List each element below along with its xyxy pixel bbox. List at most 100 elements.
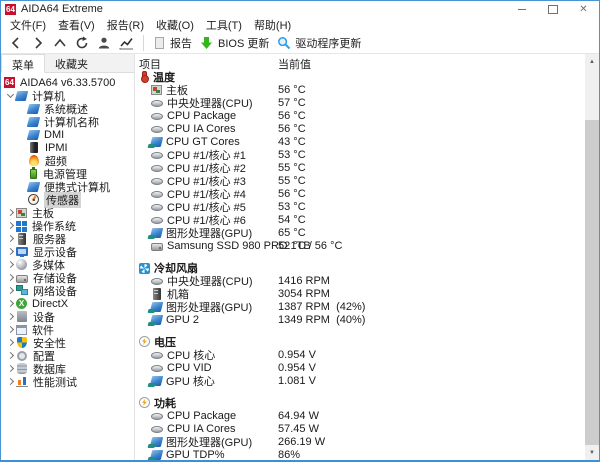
chevron-right-icon[interactable] [4,353,16,358]
sensor-label: 图形处理器(GPU) [166,225,252,241]
sensor-row[interactable]: CPU 核心 0.954 V [139,348,581,361]
sensor-value: 52 °C / 56 °C [278,240,342,252]
menu-favorites[interactable]: 收藏(O) [150,17,200,33]
chevron-right-icon[interactable] [4,288,16,293]
menu-help[interactable]: 帮助(H) [248,17,297,33]
user-button[interactable] [93,32,115,53]
security-shield-icon [17,337,27,348]
chevron-right-icon[interactable] [4,340,16,345]
forward-button[interactable] [27,32,49,53]
scroll-down-button[interactable]: ▼ [585,445,599,460]
menu-tools[interactable]: 工具(T) [200,17,248,33]
chevron-right-icon[interactable] [4,262,16,267]
voltage-bolt-icon [139,336,150,347]
flame-icon [29,155,39,166]
sensor-value: 54 °C [278,214,306,226]
chevron-down-icon[interactable] [4,94,16,97]
tree-item-security[interactable]: 安全性 [1,336,134,349]
section-temperature: 温度 主板 56 °C 中央处理器(CPU) 57 °C CPU Package… [139,70,581,252]
tree-item-benchmark[interactable]: 性能测试 [1,375,134,388]
tree-root[interactable]: 64 AIDA64 v6.33.5700 [1,76,134,89]
sensor-row[interactable]: 图形处理器(GPU) 65 °C [139,226,581,239]
maximize-button[interactable] [537,1,568,17]
chevron-right-icon[interactable] [4,327,16,332]
refresh-button[interactable] [71,32,93,53]
chevron-right-icon[interactable] [4,314,16,319]
sensor-value: 1.081 V [278,375,316,387]
cpu-icon [151,165,163,172]
toolbar: 报告 BIOS 更新 驱动程序更新 [1,32,599,54]
close-icon: ✕ [579,4,587,15]
tab-favorites[interactable]: 收藏夹 [45,54,98,72]
tree-item-display[interactable]: 显示设备 [1,245,134,258]
minimize-button[interactable] [506,1,537,17]
chevron-right-icon[interactable] [4,223,16,228]
tab-menu[interactable]: 菜单 [1,54,45,73]
chevron-right-icon[interactable] [4,236,16,241]
chevron-right-icon[interactable] [4,379,16,384]
sensor-row[interactable]: Samsung SSD 980 PRO 1TB 52 °C / 56 °C [139,239,581,252]
sensor-value: 65 °C [278,227,306,239]
sensor-row[interactable]: GPU 2 1349 RPM (40%) [139,313,581,326]
graph-button[interactable] [115,32,138,53]
chevron-right-icon[interactable] [4,210,16,215]
sensor-row[interactable]: CPU IA Cores 56 °C [139,122,581,135]
sensor-label: CPU Package [167,410,236,422]
sensor-row[interactable]: 图形处理器(GPU) 1387 RPM (42%) [139,300,581,313]
report-button[interactable]: 报告 [149,32,196,53]
chevron-right-icon[interactable] [4,366,16,371]
tree-item-computer-name[interactable]: 计算机名称 [1,115,134,128]
back-button[interactable] [5,32,27,53]
app-window: 64 AIDA64 Extreme ✕ 文件(F) 查看(V) 报告(R) 收藏… [0,0,600,462]
chevron-right-icon[interactable] [4,275,16,280]
cpu-icon [151,278,163,285]
toolbar-separator [143,35,144,51]
vertical-scrollbar[interactable]: ▲ ▼ [585,54,599,460]
motherboard-icon [151,85,162,95]
sensor-row[interactable]: 图形处理器(GPU) 266.19 W [139,435,581,448]
sensor-row[interactable]: 中央处理器(CPU) 57 °C [139,96,581,109]
tree-item-dmi[interactable]: DMI [1,128,134,141]
chevron-right-icon[interactable] [4,301,16,306]
network-icon [16,285,28,296]
scrollbar-thumb[interactable] [585,120,599,447]
tree-item-sensor[interactable]: 传感器 [1,193,134,206]
sensor-label: GPU TDP% [166,449,224,461]
tree-item-os[interactable]: 操作系统 [1,219,134,232]
app-logo-icon: 64 [5,4,16,15]
tree-item-config[interactable]: 配置 [1,349,134,362]
sensor-row[interactable]: GPU TDP% 86% [139,448,581,460]
scroll-up-button[interactable]: ▲ [585,54,599,69]
driver-update-button[interactable]: 驱动程序更新 [273,32,365,53]
sensor-row[interactable]: CPU Package 56 °C [139,109,581,122]
gpu-icon [150,302,163,312]
menu-view[interactable]: 查看(V) [52,17,101,33]
up-button[interactable] [49,32,71,53]
tree-item-directx[interactable]: DirectX [1,297,134,310]
scroll-down-icon: ▼ [589,450,595,456]
gpu-icon [150,228,163,238]
menu-report[interactable]: 报告(R) [101,17,150,33]
close-button[interactable]: ✕ [568,1,599,17]
tree-item-network[interactable]: 网络设备 [1,284,134,297]
sensor-row[interactable]: GPU 核心 1.081 V [139,374,581,387]
bios-update-label: BIOS 更新 [218,35,269,51]
tree-item-software[interactable]: 软件 [1,323,134,336]
computer-icon [15,91,28,101]
tree-label: 性能测试 [33,374,77,390]
menu-file[interactable]: 文件(F) [4,17,52,33]
tree-item-ipmi[interactable]: IPMI [1,141,134,154]
sensor-row[interactable]: CPU Package 64.94 W [139,409,581,422]
multimedia-icon [16,259,27,270]
sensor-label: 图形处理器(GPU) [166,434,252,450]
bios-update-button[interactable]: BIOS 更新 [196,32,273,53]
section-header-power[interactable]: 功耗 [139,396,581,409]
column-value[interactable]: 当前值 [278,56,311,72]
thermometer-icon [139,71,149,83]
chevron-right-icon[interactable] [4,249,16,254]
up-icon [53,36,67,50]
tree-label: DMI [44,129,64,141]
database-icon [17,363,27,374]
cpu-icon [151,426,163,433]
tree-item-devices[interactable]: 设备 [1,310,134,323]
